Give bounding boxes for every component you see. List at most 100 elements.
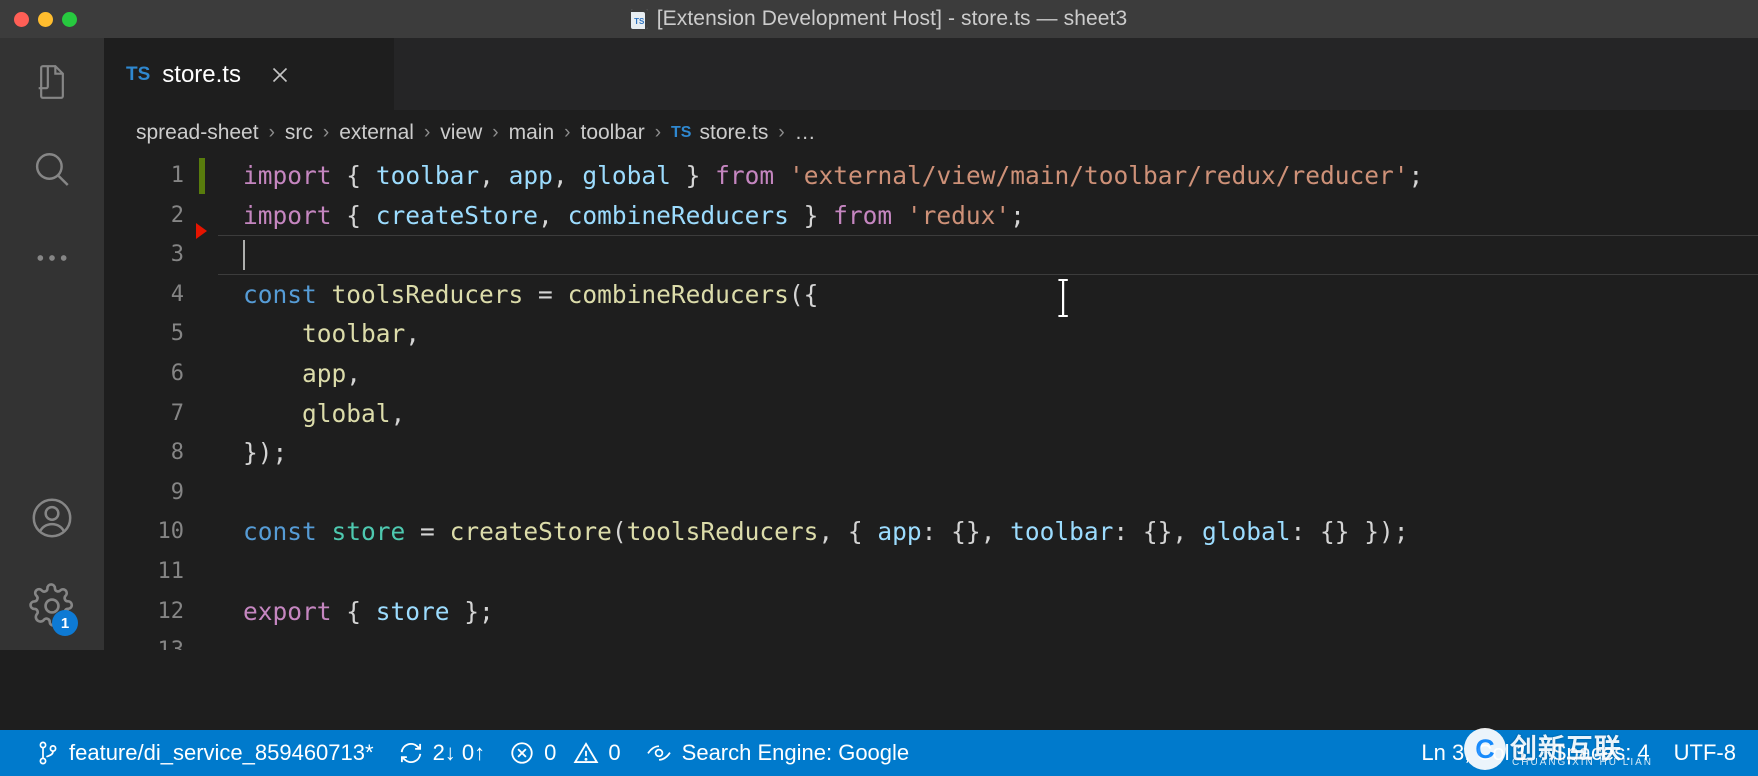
line-number: 8: [104, 433, 192, 473]
sidebar-item-more[interactable]: [0, 214, 104, 302]
gutter-decoration[interactable]: [192, 592, 218, 632]
code-line[interactable]: 1import { toolbar, app, global } from 'e…: [104, 156, 1758, 196]
gutter-decoration[interactable]: [192, 314, 218, 354]
chevron-right-icon: ›: [564, 122, 570, 144]
breadcrumb-item-3[interactable]: view: [440, 121, 482, 145]
breadcrumb-item-7[interactable]: …: [795, 121, 816, 145]
code-token: from: [833, 201, 892, 230]
code-line[interactable]: 3: [104, 235, 1758, 275]
gutter-decoration[interactable]: [192, 235, 218, 275]
code-token: combineReducers: [568, 280, 789, 309]
breadcrumb-item-4[interactable]: main: [509, 121, 555, 145]
breadcrumb-item-5[interactable]: toolbar: [580, 121, 644, 145]
code-editor[interactable]: 1import { toolbar, app, global } from 'e…: [104, 156, 1758, 650]
code-token: ,: [346, 359, 361, 388]
chevron-right-icon: ›: [655, 122, 661, 144]
close-window-button[interactable]: [14, 12, 29, 27]
line-number: 4: [104, 275, 192, 315]
code-token: [243, 399, 302, 428]
code-line[interactable]: 11: [104, 552, 1758, 592]
breadcrumb-item-1[interactable]: src: [285, 121, 313, 145]
text-caret: [243, 240, 245, 270]
code-token: [243, 359, 302, 388]
code-line[interactable]: 9: [104, 473, 1758, 513]
status-bar: feature/di_service_859460713* 2↓ 0↑: [0, 730, 1758, 776]
close-icon[interactable]: [267, 62, 293, 88]
code-line[interactable]: 6 app,: [104, 354, 1758, 394]
account-icon: [29, 495, 75, 541]
gutter-decoration[interactable]: [192, 631, 218, 650]
code-line[interactable]: 12export { store };: [104, 592, 1758, 632]
line-number: 13: [104, 631, 192, 650]
gutter-decoration[interactable]: [192, 473, 218, 513]
gutter-decoration[interactable]: [192, 552, 218, 592]
code-token: export: [243, 597, 332, 626]
code-token: store: [376, 597, 450, 626]
settings-badge: 1: [52, 610, 78, 636]
gutter-decoration[interactable]: [192, 433, 218, 473]
status-search-engine[interactable]: Search Engine: Google: [633, 730, 922, 776]
status-branch-label: feature/di_service_859460713*: [69, 740, 374, 766]
code-token: ;: [1408, 161, 1423, 190]
gutter-decoration[interactable]: [192, 275, 218, 315]
code-token: createStore: [376, 201, 538, 230]
code-line-text: const store = createStore(toolsReducers,…: [218, 512, 1758, 552]
sidebar-item-accounts[interactable]: [0, 474, 104, 562]
code-token: global: [302, 399, 391, 428]
gutter-decoration[interactable]: [192, 354, 218, 394]
vscode-window: [Extension Development Host] - store.ts …: [0, 0, 1758, 776]
code-line[interactable]: 5 toolbar,: [104, 314, 1758, 354]
status-indentation[interactable]: Spaces: 4: [1540, 730, 1662, 776]
minimize-window-button[interactable]: [38, 12, 53, 27]
source-control-branch-icon: [36, 740, 60, 766]
line-number: 9: [104, 473, 192, 513]
gutter-decoration[interactable]: [192, 156, 218, 196]
git-added-marker: [199, 158, 205, 194]
code-line-text: [218, 235, 1758, 275]
sidebar-item-search[interactable]: [0, 126, 104, 214]
code-line[interactable]: 10const store = createStore(toolsReducer…: [104, 512, 1758, 552]
window-title-container: [Extension Development Host] - store.ts …: [0, 0, 1758, 38]
breadcrumb-item-2[interactable]: external: [339, 121, 414, 145]
sidebar-item-settings[interactable]: 1: [0, 562, 104, 650]
gutter-decoration[interactable]: [192, 512, 218, 552]
status-branch[interactable]: feature/di_service_859460713*: [24, 730, 386, 776]
status-cursor-position[interactable]: Ln 3, Col 1: [1409, 730, 1539, 776]
code-token: ,: [553, 161, 583, 190]
code-line[interactable]: 8});: [104, 433, 1758, 473]
breadcrumb-item-0[interactable]: spread-sheet: [136, 121, 259, 145]
code-line-text: export { store };: [218, 592, 1758, 632]
code-line[interactable]: 13: [104, 631, 1758, 650]
code-token: {: [332, 597, 376, 626]
code-token: }: [671, 161, 715, 190]
code-token: : {} });: [1290, 517, 1408, 546]
tab-store-ts[interactable]: TS store.ts: [104, 38, 394, 110]
code-token: [892, 201, 907, 230]
chevron-right-icon: ›: [323, 122, 329, 144]
activity-bar: 1: [0, 38, 104, 650]
status-problems[interactable]: 0 0: [497, 730, 633, 776]
breadcrumb-item-6[interactable]: store.ts: [699, 121, 768, 145]
gutter-decoration[interactable]: [192, 394, 218, 434]
code-token: {: [346, 161, 361, 190]
code-token: import: [243, 161, 332, 190]
status-encoding[interactable]: UTF-8: [1662, 730, 1748, 776]
line-number: 1: [104, 156, 192, 196]
code-line-text: });: [218, 433, 1758, 473]
code-line[interactable]: 7 global,: [104, 394, 1758, 434]
sidebar-item-explorer[interactable]: [0, 38, 104, 126]
code-token: });: [243, 438, 287, 467]
code-token: toolbar: [302, 319, 405, 348]
code-line[interactable]: 2import { createStore, combineReducers }…: [104, 196, 1758, 236]
code-token: global: [1202, 517, 1291, 546]
window-title: [Extension Development Host] - store.ts …: [657, 7, 1128, 31]
maximize-window-button[interactable]: [62, 12, 77, 27]
code-token: app: [509, 161, 553, 190]
code-token: [774, 161, 789, 190]
line-number: 2: [104, 196, 192, 236]
tab-label: store.ts: [162, 61, 241, 89]
window-controls[interactable]: [14, 0, 77, 38]
typescript-icon: TS: [126, 64, 150, 86]
code-line[interactable]: 4const toolsReducers = combineReducers({: [104, 275, 1758, 315]
status-sync[interactable]: 2↓ 0↑: [386, 730, 498, 776]
